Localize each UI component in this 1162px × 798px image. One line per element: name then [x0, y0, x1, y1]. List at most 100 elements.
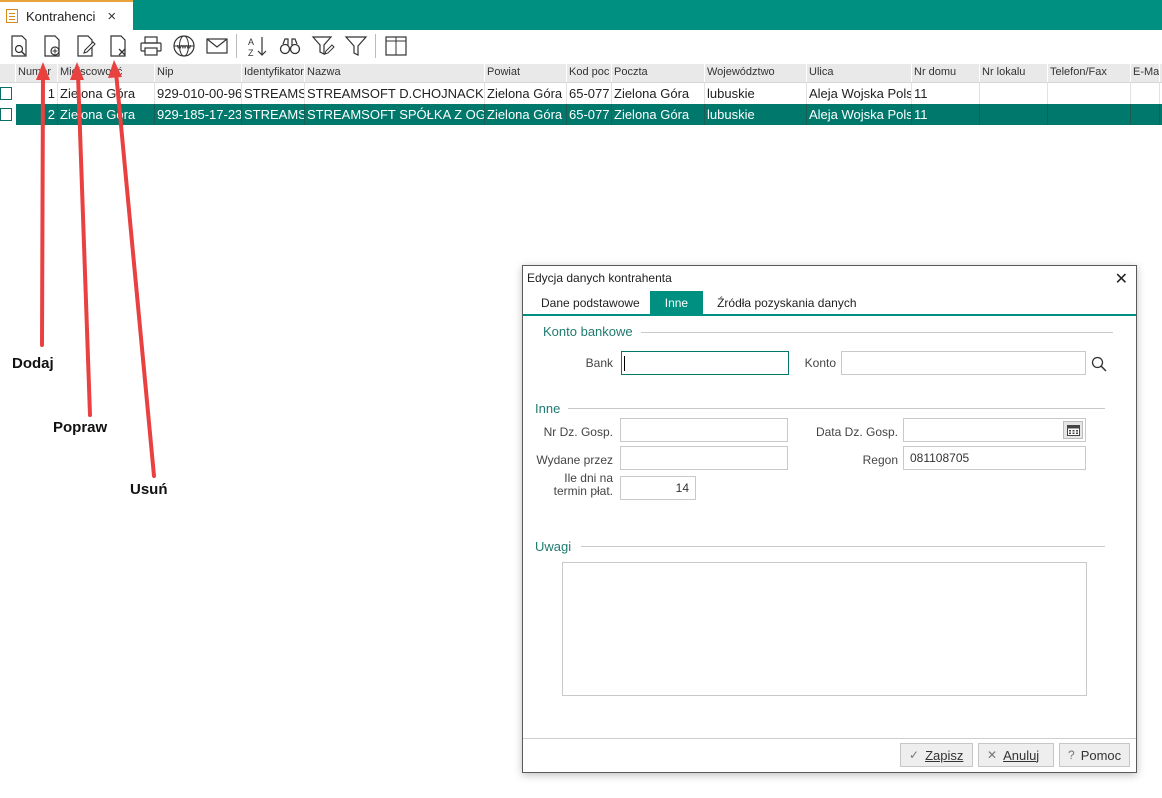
search-button[interactable]: [273, 32, 306, 60]
data-dz-gosp-input[interactable]: [903, 418, 1086, 442]
footer-divider: [523, 738, 1136, 739]
ile-dni-input[interactable]: 14: [620, 476, 696, 500]
calendar-icon[interactable]: [1063, 421, 1083, 439]
cell-nip: 929-185-17-23: [155, 104, 242, 125]
toolbar-divider: [236, 34, 237, 58]
tab-kontrahenci[interactable]: Kontrahenci ×: [0, 0, 133, 30]
konto-label: Konto: [804, 356, 836, 370]
header-ulica[interactable]: Ulica: [807, 64, 912, 82]
grid-header: Numer Miejscowość Nip Identyfikator Nazw…: [0, 64, 1162, 83]
header-telefon[interactable]: Telefon/Fax: [1048, 64, 1131, 82]
dialog-title: Edycja danych kontrahenta: [527, 271, 672, 285]
cancel-button-label: Anuluj: [1003, 747, 1040, 763]
cell-powiat: Zielona Góra: [485, 83, 567, 104]
delete-button[interactable]: [101, 32, 134, 60]
tab-zrodla[interactable]: Źródła pozyskania danych: [707, 291, 866, 314]
svg-text:www: www: [175, 45, 190, 51]
cell-telefon: [1048, 83, 1131, 104]
columns-button[interactable]: [379, 32, 412, 60]
tab-dane-podstawowe[interactable]: Dane podstawowe: [531, 291, 650, 314]
question-icon: ?: [1068, 748, 1075, 762]
header-nip[interactable]: Nip: [155, 64, 242, 82]
close-icon[interactable]: ✕: [1115, 269, 1128, 289]
wydane-przez-input[interactable]: [620, 446, 788, 470]
save-button[interactable]: ✓ Zapisz: [900, 743, 973, 767]
arrow-popraw: [76, 72, 92, 417]
table-row[interactable]: 1 Zielona Góra 929-010-00-96 STREAMSOFT …: [0, 83, 1162, 104]
cell-telefon: [1048, 104, 1131, 125]
cell-numer: 1: [16, 83, 58, 104]
filter-button[interactable]: [339, 32, 372, 60]
cell-poczta: Zielona Góra: [612, 83, 705, 104]
data-dz-gosp-label: Data Dz. Gosp.: [815, 425, 898, 439]
cell-miejscowosc: Zielona Góra: [58, 83, 155, 104]
header-poczta[interactable]: Poczta: [612, 64, 705, 82]
filter-edit-icon: [311, 36, 335, 55]
email-button[interactable]: [200, 32, 233, 60]
close-tab-icon[interactable]: ×: [107, 8, 116, 25]
header-numer[interactable]: Numer: [16, 64, 58, 82]
filter-edit-button[interactable]: [306, 32, 339, 60]
cell-identyfikator: STREAMSOFT: [242, 104, 305, 125]
tab-inne[interactable]: Inne: [649, 291, 704, 314]
ile-dni-label-line2: termin płat.: [553, 484, 613, 498]
app-window: Kontrahenci × www AZ Numer Miejscowość N…: [0, 0, 1162, 798]
bank-input[interactable]: [621, 351, 789, 375]
dialog-tabs: Dane podstawowe Inne Źródła pozyskania d…: [523, 291, 1136, 316]
email-icon: [205, 38, 228, 54]
delete-document-icon: [109, 35, 126, 57]
cell-poczta: Zielona Góra: [612, 104, 705, 125]
sort-button[interactable]: AZ: [240, 32, 273, 60]
section-divider: [581, 546, 1105, 547]
edit-contractor-dialog: Edycja danych kontrahenta ✕ Dane podstaw…: [522, 265, 1137, 773]
uwagi-textarea[interactable]: [562, 562, 1087, 696]
search-icon[interactable]: [1091, 356, 1107, 372]
header-identyfikator[interactable]: Identyfikator: [242, 64, 305, 82]
nr-dz-gosp-input[interactable]: [620, 418, 788, 442]
cancel-button[interactable]: ✕ Anuluj: [978, 743, 1054, 767]
ile-dni-label: Ile dni na termin płat.: [533, 472, 613, 498]
section-inne: Inne: [535, 401, 561, 416]
section-uwagi: Uwagi: [535, 539, 572, 554]
add-button[interactable]: [35, 32, 68, 60]
section-divider: [641, 332, 1113, 333]
print-button[interactable]: [134, 32, 167, 60]
annotation-popraw: Popraw: [53, 419, 108, 436]
header-kod[interactable]: Kod poc: [567, 64, 612, 82]
check-icon: ✓: [909, 748, 920, 762]
www-button[interactable]: www: [167, 32, 200, 60]
header-email[interactable]: E-Mail: [1131, 64, 1160, 82]
save-button-label: Zapisz: [925, 747, 964, 763]
www-globe-icon: www: [172, 35, 195, 57]
cell-identyfikator: STREAMSOFT: [242, 83, 305, 104]
section-divider: [568, 408, 1105, 409]
cell-kod: 65-077: [567, 83, 612, 104]
cell-miejscowosc: Zielona Góra: [58, 104, 155, 125]
nr-dz-gosp-label: Nr Dz. Gosp.: [543, 425, 613, 439]
preview-icon: [10, 35, 27, 57]
section-konto-bankowe: Konto bankowe: [543, 324, 633, 339]
columns-icon: [384, 36, 407, 56]
help-button[interactable]: ? Pomoc: [1059, 743, 1130, 767]
konto-input[interactable]: [841, 351, 1086, 375]
header-nazwa[interactable]: Nazwa: [305, 64, 485, 82]
header-nr-domu[interactable]: Nr domu: [912, 64, 980, 82]
cell-email: [1131, 104, 1160, 125]
cell-nr-domu: 11: [912, 83, 980, 104]
preview-button[interactable]: [2, 32, 35, 60]
row-checkbox[interactable]: [0, 87, 12, 100]
edit-button[interactable]: [68, 32, 101, 60]
toolbar-divider: [375, 34, 376, 58]
cell-powiat: Zielona Góra: [485, 104, 567, 125]
header-miejscowosc[interactable]: Miejscowość: [58, 64, 155, 82]
row-checkbox[interactable]: [0, 108, 12, 121]
annotation-usun: Usuń: [130, 481, 168, 498]
header-powiat[interactable]: Powiat: [485, 64, 567, 82]
header-wojewodztwo[interactable]: Województwo: [705, 64, 807, 82]
table-row-selected[interactable]: 2 Zielona Góra 929-185-17-23 STREAMSOFT …: [0, 104, 1162, 125]
cell-nazwa: STREAMSOFT SPÓŁKA Z OGRANICZONĄ: [305, 104, 485, 125]
header-nr-lokalu[interactable]: Nr lokalu: [980, 64, 1048, 82]
cell-email: [1131, 83, 1160, 104]
regon-input[interactable]: 081108705: [903, 446, 1086, 470]
help-button-label: Pomoc: [1080, 747, 1122, 763]
